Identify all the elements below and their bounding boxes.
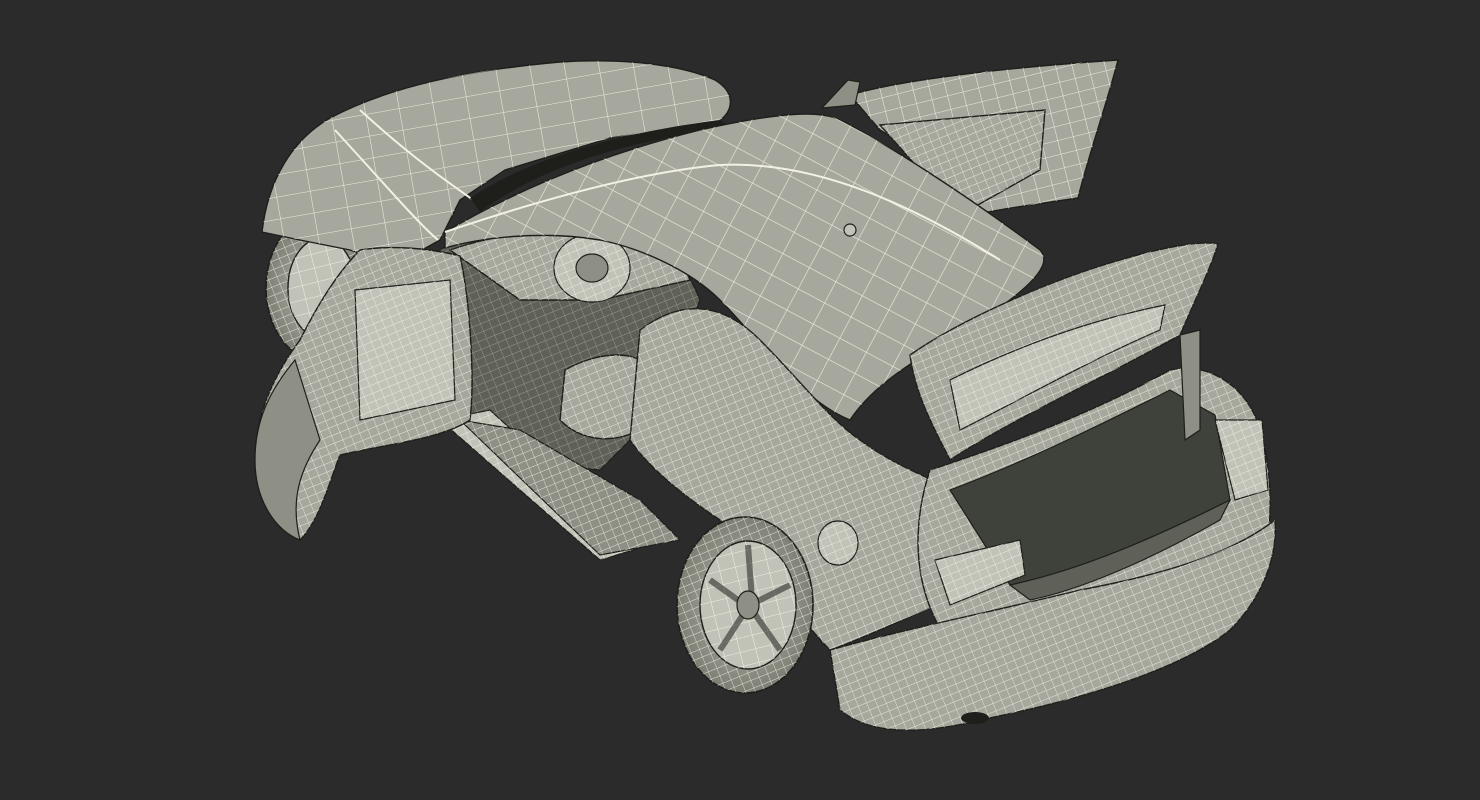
exhaust-tip bbox=[961, 712, 989, 724]
roof-antenna bbox=[843, 223, 857, 237]
wireframe-car-render bbox=[0, 0, 1480, 800]
3d-viewport[interactable] bbox=[0, 0, 1480, 800]
near-rear-wheel bbox=[676, 516, 814, 694]
